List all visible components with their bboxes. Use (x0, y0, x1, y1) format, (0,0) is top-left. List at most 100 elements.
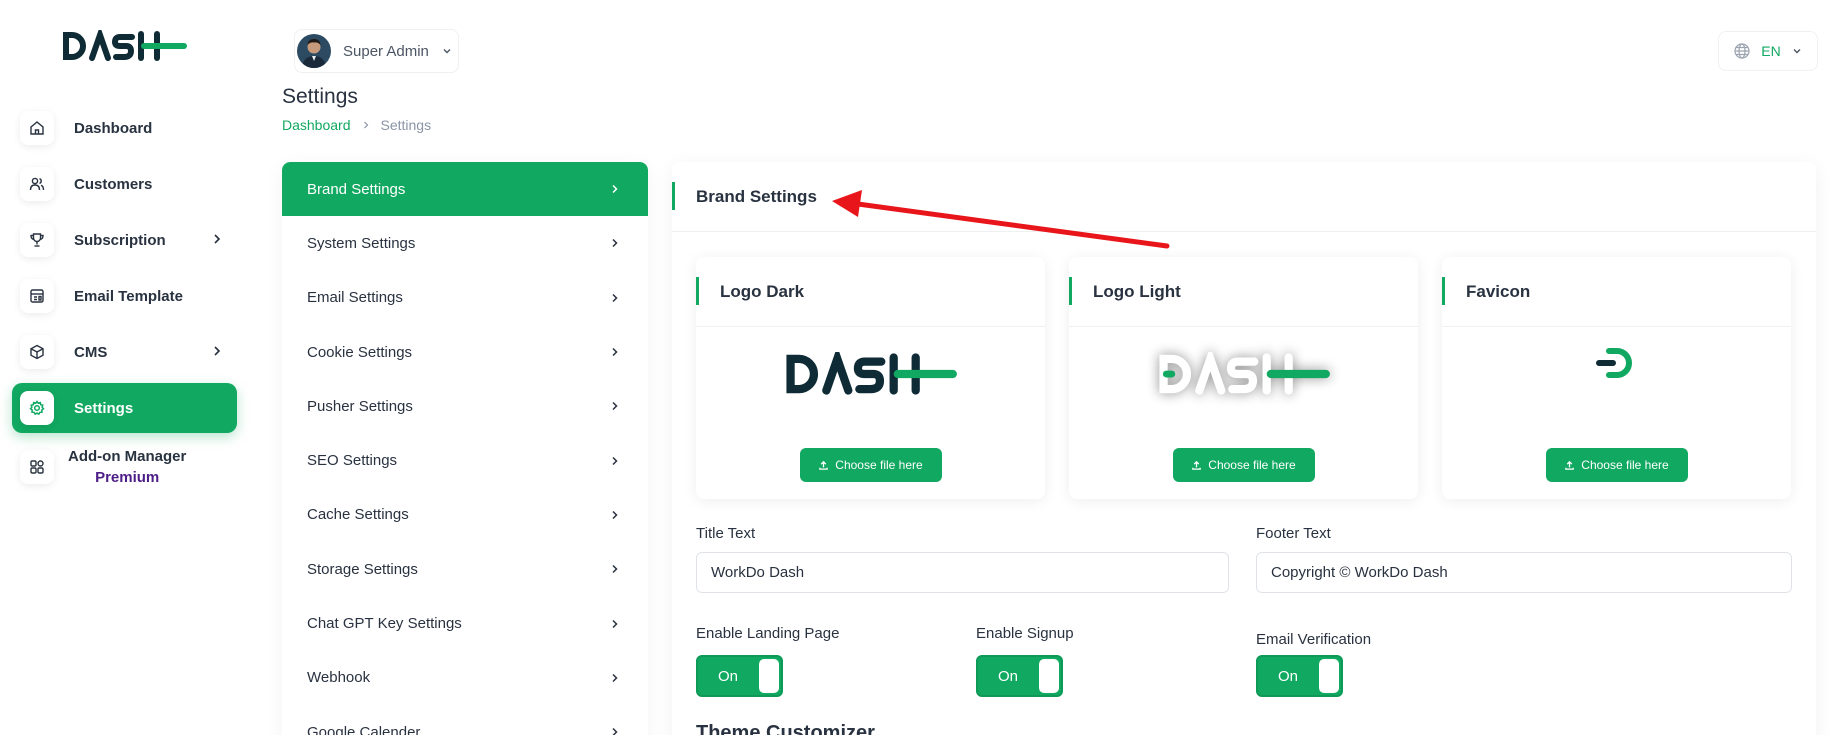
choose-file-button[interactable]: Choose file here (799, 448, 942, 482)
landing-page-toggle[interactable]: On (696, 655, 783, 697)
settings-menu-item[interactable]: Email Settings (282, 271, 648, 325)
logo-card-header: Logo Dark (696, 257, 1045, 327)
sidebar-item-label: Subscription (74, 231, 166, 249)
toggle-state: On (997, 667, 1018, 685)
settings-menu-item[interactable]: Pusher Settings (282, 379, 648, 433)
chevron-right-icon (363, 121, 368, 129)
theme-customizer-heading: Theme Customizer (696, 722, 875, 735)
premium-label: Premium (95, 469, 160, 486)
chevron-right-icon (612, 456, 618, 465)
breadcrumb-current: Settings (380, 117, 432, 133)
settings-menu-label: Storage Settings (307, 560, 418, 578)
upload-icon (1565, 460, 1575, 470)
trophy-icon (20, 223, 54, 257)
language-code: EN (1761, 43, 1781, 59)
sidebar-item-dashboard[interactable]: Dashboard (12, 103, 237, 153)
chevron-right-icon (612, 402, 618, 411)
chevron-right-icon (612, 348, 618, 357)
user-menu-button[interactable]: Super Admin (294, 29, 459, 73)
choose-file-label: Choose file here (1208, 458, 1296, 472)
home-icon (20, 111, 54, 145)
settings-menu-item[interactable]: Storage Settings (282, 542, 648, 596)
footer-text-input[interactable] (1256, 552, 1792, 593)
logo-card-title: Favicon (1466, 281, 1531, 301)
settings-menu-item[interactable]: Cookie Settings (282, 325, 648, 379)
choose-file-button[interactable]: Choose file here (1545, 448, 1688, 482)
avatar (297, 34, 331, 68)
logo-card-title: Logo Light (1093, 281, 1181, 301)
chevron-right-icon (214, 346, 221, 356)
settings-menu: Brand Settings System Settings Email Set… (282, 162, 648, 735)
chevron-right-icon (612, 565, 618, 574)
email-verification-label: Email Verification (1256, 631, 1372, 648)
grid-icon (20, 450, 54, 484)
settings-menu-label: SEO Settings (307, 452, 398, 470)
sidebar-item-customers[interactable]: Customers (12, 159, 237, 209)
favicon-card: Favicon Choose file here (1442, 257, 1791, 499)
settings-menu-item[interactable]: System Settings (282, 216, 648, 270)
users-icon (20, 167, 54, 201)
choose-file-label: Choose file here (1581, 458, 1669, 472)
settings-menu-item[interactable]: Webhook (282, 651, 648, 705)
chevron-right-icon (612, 673, 618, 682)
title-text-input[interactable] (696, 552, 1229, 593)
chevron-right-icon (612, 619, 618, 628)
chevron-down-icon (1793, 49, 1801, 54)
choose-file-button[interactable]: Choose file here (1172, 448, 1315, 482)
signup-label: Enable Signup (976, 625, 1074, 642)
signup-toggle[interactable]: On (976, 655, 1063, 697)
toggle-knob (759, 659, 779, 693)
chevron-right-icon (612, 510, 618, 519)
settings-menu-label: Email Settings (307, 289, 403, 307)
language-selector[interactable]: EN (1718, 31, 1818, 71)
sidebar-item-label: Customers (74, 175, 153, 193)
sidebar-item-cms[interactable]: CMS (12, 327, 237, 377)
logo-light-preview (1069, 352, 1418, 396)
page-title: Settings (282, 85, 358, 108)
breadcrumb-dashboard-link[interactable]: Dashboard (282, 117, 351, 133)
chevron-right-icon (612, 293, 618, 302)
card-header: Brand Settings (672, 162, 1816, 232)
sidebar-item-email-template[interactable]: Email Template (12, 271, 237, 321)
sidebar-item-settings[interactable]: Settings (12, 383, 237, 433)
toggle-knob (1039, 659, 1059, 693)
settings-menu-item[interactable]: Google Calender (282, 705, 648, 735)
breadcrumb: Dashboard Settings (282, 117, 431, 133)
footer-text-label: Footer Text (1256, 525, 1331, 542)
gear-icon (20, 391, 54, 425)
chevron-right-icon (612, 185, 618, 194)
toggle-state: On (717, 667, 738, 685)
settings-menu-item[interactable]: Brand Settings (282, 162, 648, 217)
upload-icon (819, 460, 829, 470)
template-icon (20, 279, 54, 313)
sidebar: Dashboard Customers Subscription Email T… (0, 0, 250, 735)
email-verification-toggle[interactable]: On (1256, 655, 1343, 697)
settings-menu-label: Cookie Settings (307, 343, 413, 361)
sidebar-nav: Dashboard Customers Subscription Email T… (12, 103, 237, 501)
chevron-down-icon (443, 49, 451, 54)
logo-card-header: Logo Light (1069, 257, 1418, 327)
settings-menu-item[interactable]: Chat GPT Key Settings (282, 596, 648, 650)
card-title: Brand Settings (696, 186, 817, 206)
settings-menu-item[interactable]: SEO Settings (282, 433, 648, 487)
logo-light-card: Logo Light Choose file here (1069, 257, 1418, 499)
choose-file-label: Choose file here (835, 458, 923, 472)
cube-icon (20, 335, 54, 369)
addon-text: Add-on Manager Premium (68, 446, 186, 488)
sidebar-item-addon-manager[interactable]: Add-on Manager Premium (12, 439, 237, 495)
settings-menu-item[interactable]: Cache Settings (282, 488, 648, 542)
chevron-right-icon (214, 234, 221, 244)
logo-dark-preview (696, 352, 1045, 396)
toggle-state: On (1277, 667, 1298, 685)
sidebar-item-subscription[interactable]: Subscription (12, 215, 237, 265)
settings-menu-label: Chat GPT Key Settings (307, 615, 462, 633)
logo-dark-card: Logo Dark Choose file here (696, 257, 1045, 499)
brand-settings-card: Brand Settings Logo Dark Choose file her… (672, 162, 1816, 735)
settings-menu-label: Brand Settings (307, 180, 406, 198)
favicon-preview (1442, 345, 1791, 381)
upload-icon (1192, 460, 1202, 470)
toggle-knob (1319, 659, 1339, 693)
settings-menu-label: Webhook (307, 669, 371, 687)
dash-logo[interactable] (62, 30, 187, 62)
logo-card-header: Favicon (1442, 257, 1791, 327)
